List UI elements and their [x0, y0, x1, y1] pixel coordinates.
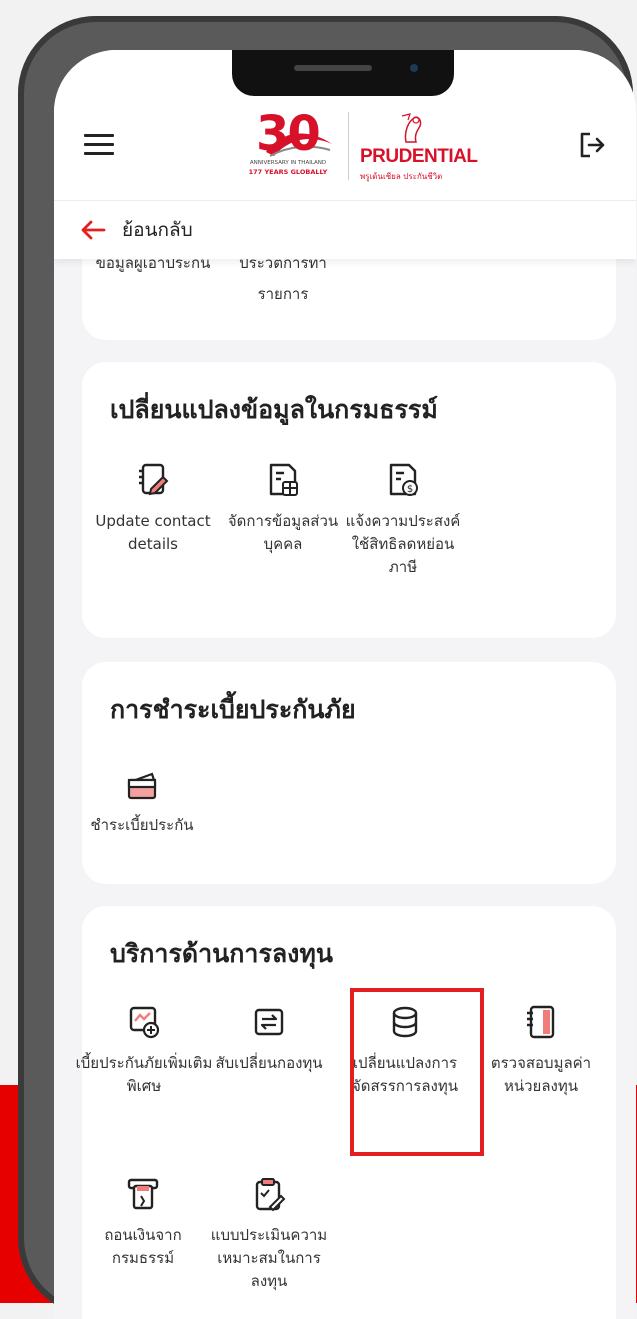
logo-divider [348, 112, 349, 180]
item-label: เบี้ยประกันภัยเพิ่มเติมพิเศษ [75, 1054, 213, 1095]
payment-icon [127, 772, 157, 800]
svg-text:$: $ [407, 484, 413, 495]
item-label: สับเปลี่ยนกองทุน [215, 1054, 323, 1072]
back-label[interactable]: ย้อนกลับ [122, 215, 193, 245]
personal-data-item[interactable]: จัดการข้อมูลส่วนบุคคล [224, 462, 342, 556]
logo-30: 30 [256, 106, 321, 162]
account-card: ข้อมูลผู้เอาประกัน ประวัติการทำรายการ รา… [82, 258, 616, 340]
item-label: แจ้งความประสงค์ใช้สิทธิลดหย่อนภาษี [345, 512, 461, 576]
phone-frame: 30 ANNIVERSARY IN THAILAND 177 YEARS GLO… [18, 16, 636, 1319]
menu-icon[interactable] [84, 134, 114, 156]
back-arrow-icon[interactable] [80, 219, 106, 241]
section-title: บริการด้านการลงทุน [110, 939, 333, 968]
investment-services-card: บริการด้านการลงทุน เบี้ยประกันภัยเพิ่มเต… [76, 906, 616, 1319]
phone-notch [232, 50, 454, 96]
suitability-item[interactable]: แบบประเมินความเหมาะสมในการลงทุน [210, 1176, 328, 1293]
highlight-box [350, 988, 484, 1156]
pay-premium-item[interactable]: ชำระเบี้ยประกัน [72, 766, 212, 837]
unit-value-item[interactable]: ตรวจสอบมูลค่าหน่วยลงทุน [474, 1004, 608, 1098]
tax-document-icon: $ [389, 463, 418, 496]
anniversary-logo: 30 ANNIVERSARY IN THAILAND 177 YEARS GLO… [240, 106, 340, 182]
withdraw-icon [127, 1178, 159, 1210]
top-up-icon [129, 1006, 160, 1039]
section-title: การชำระเบี้ยประกันภัย [110, 695, 356, 724]
top-up-premium-item[interactable]: เบี้ยประกันภัยเพิ่มเติมพิเศษ [74, 1004, 214, 1098]
history-label-fragment: รายการ [224, 282, 342, 306]
scroll-content[interactable]: ข้อมูลผู้เอาประกัน ประวัติการทำรายการ รา… [54, 258, 636, 1319]
item-label: จัดการข้อมูลส่วนบุคคล [227, 512, 339, 553]
tax-deduction-item[interactable]: $ แจ้งความประสงค์ใช้สิทธิลดหย่อนภาษี [344, 462, 462, 579]
phone-screen: 30 ANNIVERSARY IN THAILAND 177 YEARS GLO… [54, 50, 636, 1319]
account-item-label: ข้อมูลผู้เอาประกัน [95, 258, 211, 272]
suitability-clipboard-icon [255, 1178, 286, 1212]
account-item-info[interactable]: ข้อมูลผู้เอาประกัน [94, 258, 212, 275]
update-contact-item[interactable]: Update contact details [94, 462, 212, 556]
item-label: ชำระเบี้ยประกัน [90, 816, 194, 834]
app-header: 30 ANNIVERSARY IN THAILAND 177 YEARS GLO… [54, 50, 636, 200]
personal-data-icon [269, 463, 298, 496]
brand-name: PRUDENTIAL [360, 146, 478, 167]
section-title: เปลี่ยนแปลงข้อมูลในกรมธรรม์ [110, 395, 438, 424]
logo-anniversary-text: ANNIVERSARY IN THAILAND [249, 160, 327, 166]
withdraw-item[interactable]: ถอนเงินจากกรมธรรม์ [78, 1176, 208, 1270]
logo-years-text: 177 YEARS GLOBALLY [248, 168, 328, 176]
premium-payment-card: การชำระเบี้ยประกันภัย ชำระเบี้ยประกัน [82, 662, 616, 884]
item-label: ตรวจสอบมูลค่าหน่วยลงทุน [490, 1054, 592, 1095]
unit-value-book-icon [527, 1005, 555, 1039]
prudence-lady-icon [401, 113, 422, 143]
item-label: แบบประเมินความเหมาะสมในการลงทุน [210, 1226, 328, 1290]
edit-contact-icon [139, 463, 169, 496]
brand-tagline: พรูเด้นเชียล ประกันชีวิต [360, 172, 443, 181]
back-bar[interactable]: ย้อนกลับ [54, 200, 636, 259]
switch-fund-icon [254, 1008, 284, 1036]
item-label: Update contact details [95, 512, 211, 553]
logout-icon[interactable] [578, 130, 608, 160]
policy-changes-card: เปลี่ยนแปลงข้อมูลในกรมธรรม์ Update conta… [82, 362, 616, 638]
switch-fund-item[interactable]: สับเปลี่ยนกองทุน [210, 1004, 328, 1075]
item-label: ถอนเงินจากกรมธรรม์ [104, 1226, 182, 1267]
prudential-logo: PRUDENTIAL พรูเด้นเชียล ประกันชีวิต [360, 112, 478, 182]
